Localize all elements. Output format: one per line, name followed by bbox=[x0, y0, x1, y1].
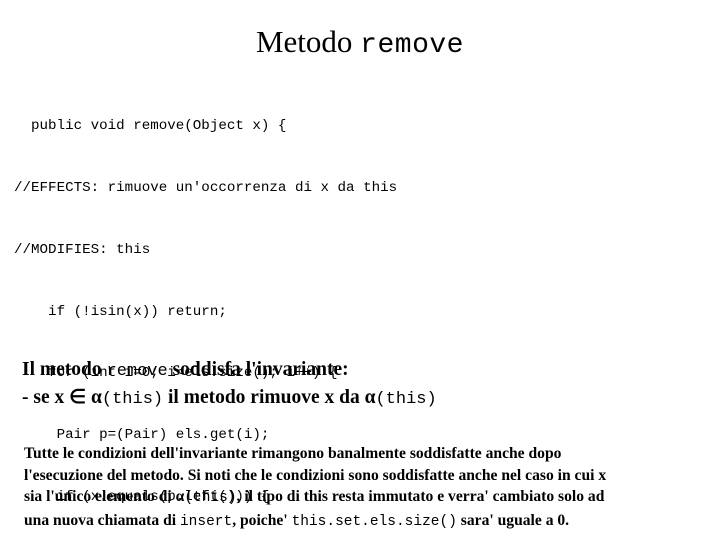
paragraph-l4-part1: una nuova chiamata di bbox=[24, 511, 180, 529]
paragraph-line-4: una nuova chiamata di insert, poiche' th… bbox=[24, 510, 708, 534]
paragraph-l4-mono-2: this.set.els.size() bbox=[291, 513, 457, 530]
element-of-symbol: ∈ bbox=[69, 387, 87, 408]
invariant-l1-part1: Il metodo bbox=[22, 359, 107, 380]
code-line: public void remove(Object x) { bbox=[14, 118, 287, 135]
paragraph-l4-part3: sara' uguale a 0. bbox=[456, 511, 570, 529]
invariant-statement: Il metodo remove soddisfa l'invariante: … bbox=[22, 357, 712, 413]
invariant-l2-part3: il metodo rimuove x da bbox=[163, 387, 365, 408]
alpha-symbol: α bbox=[91, 387, 102, 408]
invariant-line-2: - se x ∈ α(this) il metodo rimuove x da … bbox=[22, 385, 712, 413]
invariant-l1-mono: remove bbox=[106, 362, 168, 381]
paragraph-l3-mono: (this) bbox=[184, 490, 237, 506]
paragraph-l4-mono-1: insert bbox=[179, 513, 233, 530]
alpha-symbol: α bbox=[175, 488, 185, 505]
alpha-symbol: α bbox=[364, 387, 376, 408]
slide-canvas: Metodo remove public void remove(Object … bbox=[0, 0, 720, 540]
page-title: Metodo remove bbox=[0, 26, 720, 60]
code-line: //MODIFIES: this bbox=[14, 241, 151, 258]
code-line: if (!isin(x)) return; bbox=[14, 303, 227, 320]
paragraph-l3-part1: sia l'unico elemento di bbox=[24, 488, 176, 505]
explanation-paragraph: Tutte le condizioni dell'invariante rima… bbox=[24, 443, 708, 533]
invariant-l1-part2: soddisfa l'invariante: bbox=[167, 359, 349, 380]
paragraph-l4-part2: , poiche' bbox=[232, 511, 292, 529]
invariant-line-1: Il metodo remove soddisfa l'invariante: bbox=[22, 357, 712, 385]
invariant-l2-mono-1: (this) bbox=[101, 390, 164, 409]
paragraph-l3-part2: , il tipo di this resta immutato e verra… bbox=[236, 488, 605, 505]
paragraph-line-2: l'esecuzione del metodo. Si noti che le … bbox=[24, 466, 607, 484]
code-line: //EFFECTS: rimuove un'occorrenza di x da… bbox=[14, 179, 398, 196]
paragraph-line-1: Tutte le condizioni dell'invariante rima… bbox=[24, 445, 562, 462]
invariant-l2-part1: - se x bbox=[22, 387, 70, 408]
page-title-mono: remove bbox=[360, 30, 464, 61]
page-title-serif: Metodo bbox=[255, 24, 353, 59]
invariant-l2-mono-2: (this) bbox=[375, 390, 437, 409]
paragraph-line-3: sia l'unico elemento di α(this), il tipo… bbox=[24, 486, 708, 510]
